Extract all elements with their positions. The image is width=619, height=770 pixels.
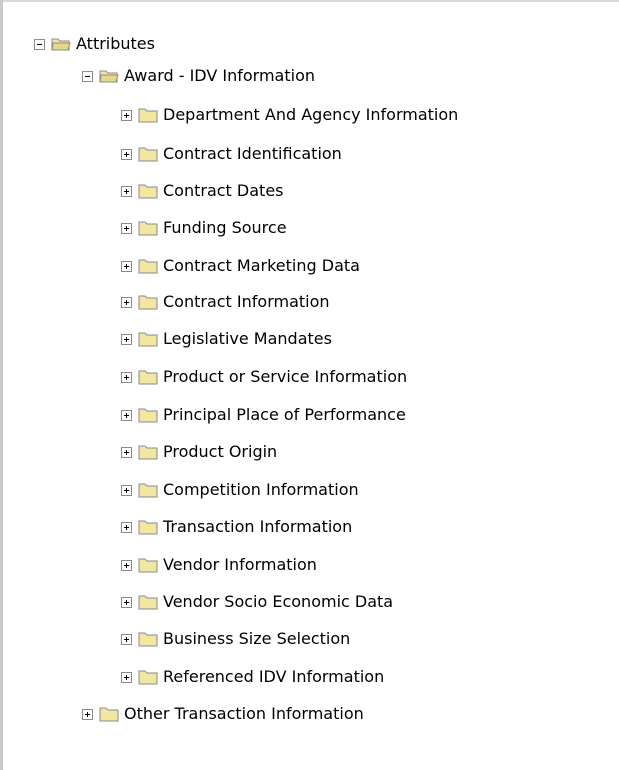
tree-node-label: Referenced IDV Information	[163, 667, 385, 686]
tree-node-label: Transaction Information	[163, 517, 353, 536]
expand-toggle-icon[interactable]	[121, 296, 132, 308]
expand-toggle-icon[interactable]	[121, 185, 132, 197]
tree-node-label: Vendor Information	[163, 555, 317, 574]
folder-icon	[138, 108, 158, 123]
tree-node-product-or-service-information[interactable]: Product or Service Information	[121, 365, 407, 389]
tree-node-product-origin[interactable]: Product Origin	[121, 440, 277, 464]
folder-icon	[138, 147, 158, 162]
tree-node-label: Award - IDV Information	[124, 66, 315, 85]
folder-icon	[138, 520, 158, 535]
expand-toggle-icon[interactable]	[121, 521, 132, 533]
tree-node-label: Legislative Mandates	[163, 329, 332, 348]
tree-node-label: Competition Information	[163, 480, 359, 499]
collapse-toggle-icon[interactable]	[82, 70, 93, 82]
expand-toggle-icon[interactable]	[121, 484, 132, 496]
tree-node-funding-source[interactable]: Funding Source	[121, 216, 287, 240]
expand-toggle-icon[interactable]	[121, 260, 132, 272]
tree-node-contract-marketing-data[interactable]: Contract Marketing Data	[121, 254, 360, 278]
tree-node-award-idv-information[interactable]: Award - IDV Information	[82, 64, 315, 88]
folder-icon	[99, 707, 119, 722]
expand-toggle-icon[interactable]	[121, 671, 132, 683]
expand-toggle-icon[interactable]	[121, 333, 132, 345]
tree-node-label: Principal Place of Performance	[163, 405, 406, 424]
expand-toggle-icon[interactable]	[121, 559, 132, 571]
tree-node-label: Product or Service Information	[163, 367, 408, 386]
expand-toggle-icon[interactable]	[121, 109, 132, 121]
tree-node-legislative-mandates[interactable]: Legislative Mandates	[121, 327, 332, 351]
tree-panel: Attributes Award - IDV Information Depar…	[0, 0, 619, 770]
tree-node-label: Product Origin	[163, 442, 278, 461]
folder-icon	[138, 370, 158, 385]
folder-icon	[138, 595, 158, 610]
tree-node-label: Business Size Selection	[163, 629, 351, 648]
expand-toggle-icon[interactable]	[121, 446, 132, 458]
tree-node-transaction-information[interactable]: Transaction Information	[121, 515, 352, 539]
tree-node-label: Funding Source	[163, 218, 287, 237]
tree-node-attributes[interactable]: Attributes	[34, 32, 155, 56]
folder-open-icon	[51, 38, 71, 51]
folder-icon	[138, 408, 158, 423]
tree-node-competition-information[interactable]: Competition Information	[121, 478, 359, 502]
tree-node-label: Contract Identification	[163, 144, 342, 163]
expand-toggle-icon[interactable]	[121, 371, 132, 383]
tree-node-department-and-agency-information[interactable]: Department And Agency Information	[121, 103, 458, 127]
panel-left-border	[0, 0, 3, 770]
expand-toggle-icon[interactable]	[121, 148, 132, 160]
tree-node-other-transaction-information[interactable]: Other Transaction Information	[82, 702, 364, 726]
tree-node-contract-information[interactable]: Contract Information	[121, 290, 330, 314]
tree-node-contract-dates[interactable]: Contract Dates	[121, 179, 284, 203]
folder-icon	[138, 558, 158, 573]
expand-toggle-icon[interactable]	[121, 409, 132, 421]
tree-node-label: Vendor Socio Economic Data	[163, 592, 394, 611]
tree-node-label: Contract Dates	[163, 181, 284, 200]
collapse-toggle-icon[interactable]	[34, 38, 45, 50]
tree-node-label: Other Transaction Information	[124, 704, 364, 723]
tree-node-referenced-idv-information[interactable]: Referenced IDV Information	[121, 665, 384, 689]
expand-toggle-icon[interactable]	[121, 222, 132, 234]
folder-icon	[138, 670, 158, 685]
tree-node-principal-place-of-performance[interactable]: Principal Place of Performance	[121, 403, 406, 427]
tree-node-label: Attributes	[76, 34, 155, 53]
tree-node-label: Department And Agency Information	[163, 105, 459, 124]
folder-icon	[138, 295, 158, 310]
folder-icon	[138, 332, 158, 347]
tree-node-business-size-selection[interactable]: Business Size Selection	[121, 627, 350, 651]
tree-node-label: Contract Marketing Data	[163, 256, 360, 275]
folder-icon	[138, 483, 158, 498]
tree-node-contract-identification[interactable]: Contract Identification	[121, 142, 342, 166]
folder-icon	[138, 632, 158, 647]
panel-top-border	[0, 0, 619, 2]
folder-open-icon	[99, 70, 119, 83]
tree-node-label: Contract Information	[163, 292, 330, 311]
folder-icon	[138, 445, 158, 460]
expand-toggle-icon[interactable]	[82, 708, 93, 720]
expand-toggle-icon[interactable]	[121, 633, 132, 645]
expand-toggle-icon[interactable]	[121, 596, 132, 608]
tree-node-vendor-socio-economic-data[interactable]: Vendor Socio Economic Data	[121, 590, 393, 614]
folder-icon	[138, 184, 158, 199]
tree-node-vendor-information[interactable]: Vendor Information	[121, 553, 317, 577]
folder-icon	[138, 221, 158, 236]
folder-icon	[138, 259, 158, 274]
